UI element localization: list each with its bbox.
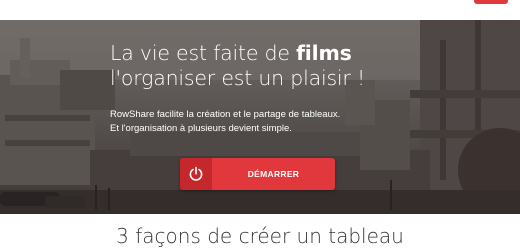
hero-description-line-2: Et l'organisation à plusieurs devient si… [110,123,292,134]
top-bar [0,0,520,20]
hero-description: RowShare facilite la création et le part… [110,108,340,136]
headline-line-2: l'organiser est un plaisir ! [110,66,365,90]
power-icon [189,166,203,181]
start-button-icon-box [180,158,212,190]
headline-emphasis: films [296,41,352,65]
hero-headline: La vie est faite de films l'organiser es… [110,41,365,91]
section-title: 3 façons de créer un tableau [116,224,404,248]
header-button[interactable] [474,0,508,4]
headline-line-1: La vie est faite de films [110,41,365,66]
hero-banner: La vie est faite de films l'organiser es… [0,20,520,214]
start-button[interactable]: DÉMARRER [180,158,335,190]
headline-prefix: La vie est faite de [110,41,297,65]
start-button-label: DÉMARRER [247,169,300,179]
hero-description-line-1: RowShare facilite la création et le part… [110,109,341,120]
